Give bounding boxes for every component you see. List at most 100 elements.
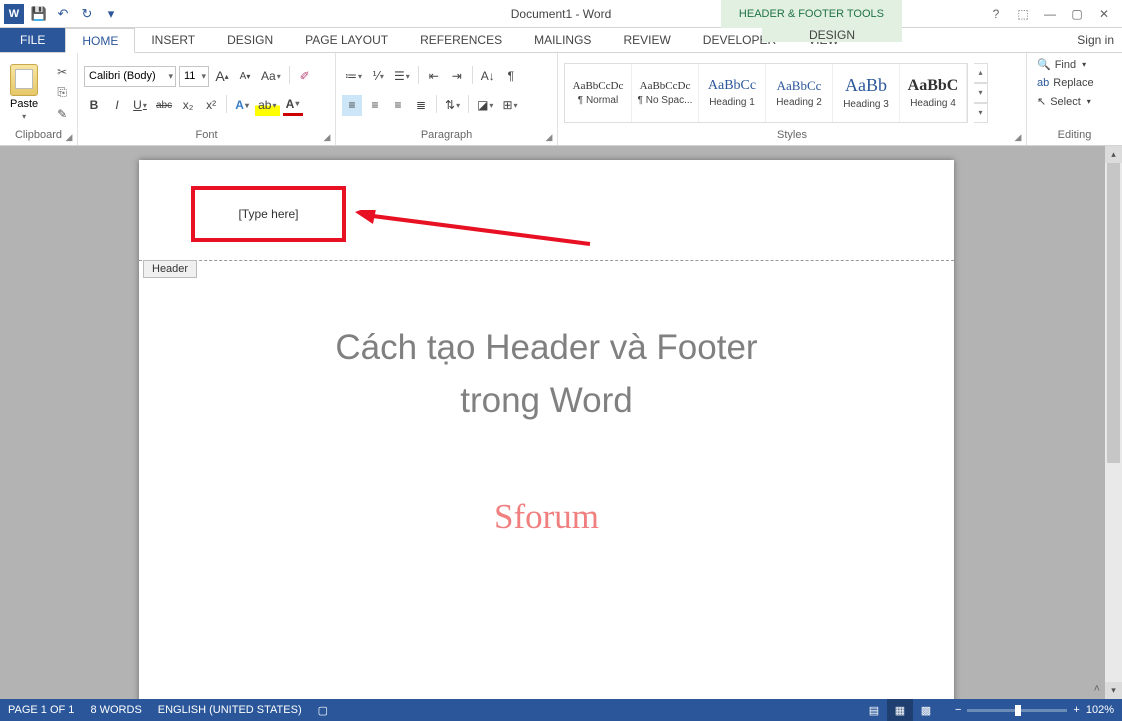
shrink-font-button[interactable]: A▾ — [235, 66, 255, 87]
clear-formatting-button[interactable]: ✐ — [295, 66, 315, 87]
tab-file[interactable]: FILE — [0, 28, 65, 52]
decrease-indent-button[interactable]: ⇤ — [424, 66, 444, 87]
save-icon[interactable]: 💾 — [28, 3, 50, 25]
increase-indent-button[interactable]: ⇥ — [447, 66, 467, 87]
tab-design[interactable]: DESIGN — [211, 28, 289, 52]
page[interactable]: [Type here] Header Cách tạo Header và Fo… — [139, 160, 954, 699]
window-controls: ? ⬚ — ▢ ✕ — [984, 0, 1116, 28]
zoom-slider[interactable] — [967, 709, 1067, 712]
change-case-button[interactable]: Aa — [258, 66, 284, 87]
subscript-button[interactable]: x₂ — [178, 95, 198, 116]
select-button[interactable]: ↖Select▾ — [1033, 93, 1116, 110]
tab-header-footer-design[interactable]: DESIGN — [762, 28, 902, 42]
numbering-button[interactable]: ⅟ — [368, 66, 388, 87]
styles-expand[interactable]: ▾ — [974, 103, 988, 123]
cut-icon[interactable]: ✂ — [52, 63, 72, 81]
font-name-combo[interactable]: Calibri (Body) — [84, 66, 176, 87]
show-marks-button[interactable]: ¶ — [501, 66, 521, 87]
superscript-button[interactable]: x² — [201, 95, 221, 116]
font-color-button[interactable]: A — [283, 95, 303, 116]
align-center-button[interactable]: ≡ — [365, 95, 385, 116]
header-zone[interactable]: [Type here] — [139, 160, 954, 262]
styles-gallery: AaBbCcDc¶ NormalAaBbCcDc¶ No Spac...AaBb… — [564, 63, 968, 123]
format-painter-icon[interactable]: ✎ — [52, 105, 72, 123]
header-boundary — [139, 260, 954, 261]
redo-icon[interactable]: ↻ — [76, 3, 98, 25]
status-words[interactable]: 8 WORDS — [90, 704, 141, 716]
collapse-ribbon-icon[interactable]: ˄ — [1094, 683, 1100, 695]
highlight-button[interactable]: ab — [255, 95, 279, 116]
maximize-icon[interactable]: ▢ — [1065, 5, 1089, 23]
style-item-0[interactable]: AaBbCcDc¶ Normal — [565, 64, 632, 122]
styles-scroll-up[interactable]: ▴ — [974, 63, 988, 83]
clipboard-dialog-launcher[interactable]: ◢ — [63, 131, 75, 143]
font-dialog-launcher[interactable]: ◢ — [321, 131, 333, 143]
underline-button[interactable]: U — [130, 95, 150, 116]
styles-scroll-down[interactable]: ▾ — [974, 83, 988, 103]
text-effects-button[interactable]: A — [232, 95, 252, 116]
scroll-thumb[interactable] — [1107, 163, 1120, 463]
scroll-down-icon[interactable]: ▾ — [1105, 682, 1122, 699]
tab-review[interactable]: REVIEW — [607, 28, 686, 52]
macro-recording-icon[interactable]: ▢ — [318, 704, 328, 717]
window-title: Document1 - Word — [511, 7, 611, 21]
undo-icon[interactable]: ↶ — [52, 3, 74, 25]
style-item-4[interactable]: AaBbHeading 3 — [833, 64, 900, 122]
tab-insert[interactable]: INSERT — [135, 28, 211, 52]
minimize-icon[interactable]: — — [1038, 5, 1062, 23]
ribbon-options-icon[interactable]: ⬚ — [1011, 5, 1035, 23]
styles-dialog-launcher[interactable]: ◢ — [1012, 131, 1024, 143]
style-item-1[interactable]: AaBbCcDc¶ No Spac... — [632, 64, 699, 122]
style-item-2[interactable]: AaBbCcHeading 1 — [699, 64, 766, 122]
group-label-styles: Styles — [564, 129, 1020, 143]
zoom-controls: − + 102% — [955, 704, 1114, 716]
tab-references[interactable]: REFERENCES — [404, 28, 518, 52]
style-item-5[interactable]: AaBbCHeading 4 — [900, 64, 967, 122]
zoom-in-icon[interactable]: + — [1073, 704, 1079, 716]
strikethrough-button[interactable]: abc — [153, 95, 175, 116]
scroll-up-icon[interactable]: ▴ — [1105, 146, 1122, 163]
vertical-scrollbar[interactable]: ▴ ▾ — [1105, 146, 1122, 699]
web-layout-icon[interactable]: ▩ — [913, 699, 939, 721]
status-page[interactable]: PAGE 1 OF 1 — [8, 704, 74, 716]
read-mode-icon[interactable]: ▤ — [861, 699, 887, 721]
replace-button[interactable]: abReplace — [1033, 75, 1116, 91]
header-placeholder-text: [Type here] — [238, 207, 298, 221]
align-right-button[interactable]: ≡ — [388, 95, 408, 116]
paragraph-dialog-launcher[interactable]: ◢ — [543, 131, 555, 143]
sign-in-link[interactable]: Sign in — [1077, 28, 1114, 52]
tab-home[interactable]: HOME — [65, 28, 135, 53]
document-title: Cách tạo Header và Footer trong Word — [139, 322, 954, 427]
bullets-button[interactable]: ≔ — [342, 66, 365, 87]
help-icon[interactable]: ? — [984, 5, 1008, 23]
style-item-3[interactable]: AaBbCcHeading 2 — [766, 64, 833, 122]
print-layout-icon[interactable]: ▦ — [887, 699, 913, 721]
zoom-out-icon[interactable]: − — [955, 704, 961, 716]
sort-button[interactable]: A↓ — [478, 66, 498, 87]
qat-more-icon[interactable]: ▾ — [100, 3, 122, 25]
document-body[interactable]: Cách tạo Header và Footer trong Word Sfo… — [139, 262, 954, 537]
bold-button[interactable]: B — [84, 95, 104, 116]
header-tag: Header — [143, 260, 197, 278]
group-label-editing: Editing — [1033, 129, 1116, 143]
zoom-handle[interactable] — [1015, 705, 1021, 716]
copy-icon[interactable]: ⎘ — [52, 84, 72, 102]
line-spacing-button[interactable]: ⇅ — [442, 95, 463, 116]
grow-font-button[interactable]: A▴ — [212, 66, 232, 87]
close-icon[interactable]: ✕ — [1092, 5, 1116, 23]
find-button[interactable]: 🔍Find▾ — [1033, 56, 1116, 73]
zoom-level[interactable]: 102% — [1086, 704, 1114, 716]
multilevel-list-button[interactable]: ☰ — [391, 66, 413, 87]
tab-mailings[interactable]: MAILINGS — [518, 28, 607, 52]
italic-button[interactable]: I — [107, 95, 127, 116]
header-placeholder-box[interactable]: [Type here] — [191, 186, 346, 242]
paste-button[interactable]: Paste ▾ — [6, 62, 42, 123]
shading-button[interactable]: ◪ — [474, 95, 496, 116]
tab-page-layout[interactable]: PAGE LAYOUT — [289, 28, 404, 52]
align-left-button[interactable]: ≡ — [342, 95, 362, 116]
borders-button[interactable]: ⊞ — [499, 95, 520, 116]
justify-button[interactable]: ≣ — [411, 95, 431, 116]
find-icon: 🔍 — [1037, 58, 1051, 71]
status-language[interactable]: ENGLISH (UNITED STATES) — [158, 704, 302, 716]
font-size-combo[interactable]: 11 — [179, 66, 209, 87]
